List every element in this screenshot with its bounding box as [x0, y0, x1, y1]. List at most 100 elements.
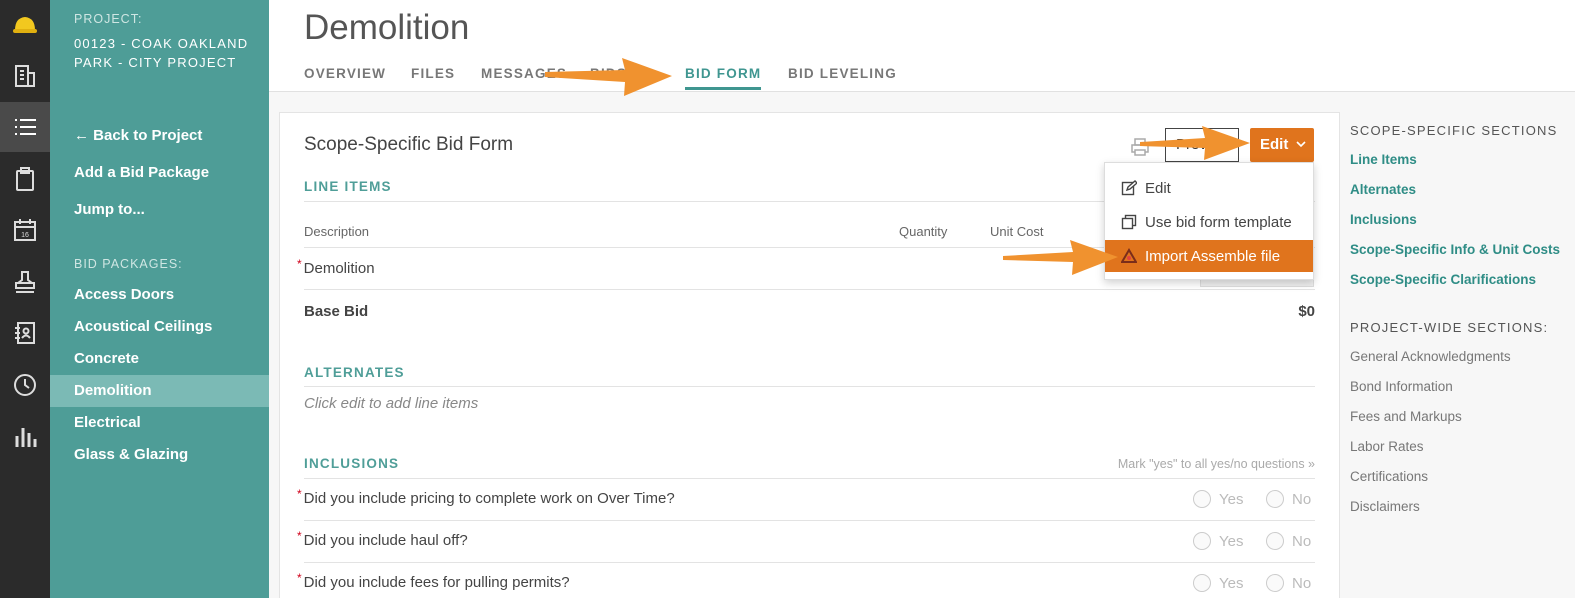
yes-label: Yes — [1219, 532, 1244, 550]
address-book-icon[interactable] — [0, 308, 50, 358]
base-bid-label: Base Bid — [304, 303, 369, 320]
edit-button-label: Edit — [1260, 136, 1289, 153]
project-name: 00123 - COAK OAKLAND PARK - CITY PROJECT — [74, 36, 249, 70]
column-quantity: Quantity — [899, 224, 948, 239]
inclusion-question-text: Did you include pricing to complete work… — [303, 490, 675, 507]
stamp-icon[interactable] — [0, 257, 50, 307]
no-label: No — [1292, 574, 1312, 592]
menu-item-label: Edit — [1145, 179, 1171, 197]
form-title: Scope-Specific Bid Form — [304, 134, 514, 155]
bid-package-electrical[interactable]: Electrical — [50, 407, 269, 439]
copy-icon — [1121, 214, 1137, 230]
no-radio[interactable]: No — [1266, 532, 1311, 550]
tab-bid-leveling[interactable]: BID LEVELING — [788, 66, 897, 87]
radio-circle — [1193, 490, 1211, 508]
line-item-description: Demolition — [303, 260, 375, 277]
bid-package-glass-glazing[interactable]: Glass & Glazing — [50, 439, 269, 471]
yes-label: Yes — [1219, 490, 1244, 508]
yes-radio[interactable]: Yes — [1193, 574, 1243, 592]
inclusion-question: * Did you include haul off? — [297, 529, 468, 549]
column-unit-cost: Unit Cost — [990, 224, 1044, 239]
nav-labor-rates[interactable]: Labor Rates — [1350, 439, 1424, 454]
required-marker: * — [297, 529, 302, 543]
menu-item-label: Import Assemble file — [1145, 247, 1281, 265]
nav-fees-markups[interactable]: Fees and Markups — [1350, 409, 1462, 424]
back-to-project-link[interactable]: ← Back to Project — [74, 127, 202, 144]
required-marker: * — [297, 571, 302, 585]
chevron-down-icon — [1296, 141, 1306, 148]
bid-package-access-doors[interactable]: Access Doors — [50, 279, 269, 311]
preview-button[interactable]: Preview — [1165, 128, 1239, 162]
hardhat-logo-icon[interactable] — [0, 0, 50, 50]
nav-certifications[interactable]: Certifications — [1350, 469, 1428, 484]
list-icon[interactable] — [0, 102, 50, 152]
yes-label: Yes — [1219, 574, 1244, 592]
tab-messages[interactable]: MESSAGES — [481, 66, 567, 87]
clipboard-icon[interactable] — [0, 154, 50, 204]
column-description: Description — [304, 224, 370, 239]
icon-rail: 16 — [0, 0, 50, 598]
bar-chart-icon[interactable] — [0, 412, 50, 462]
jump-to-link[interactable]: Jump to... — [74, 201, 145, 218]
bid-package-demolition[interactable]: Demolition — [50, 375, 269, 407]
no-radio[interactable]: No — [1266, 574, 1311, 592]
radio-circle — [1266, 490, 1284, 508]
calendar-icon[interactable]: 16 — [0, 205, 50, 255]
bid-package-acoustical-ceilings[interactable]: Acoustical Ceilings — [50, 311, 269, 343]
assemble-logo-icon — [1121, 248, 1137, 263]
base-bid-value: $0 — [1298, 303, 1315, 320]
yes-radio[interactable]: Yes — [1193, 532, 1243, 550]
line-items-heading: LINE ITEMS — [304, 179, 392, 194]
nav-bond-information[interactable]: Bond Information — [1350, 379, 1453, 394]
nav-inclusions[interactable]: Inclusions — [1350, 212, 1417, 227]
divider — [304, 562, 1315, 563]
nav-line-items[interactable]: Line Items — [1350, 152, 1417, 167]
inclusion-question-text: Did you include haul off? — [303, 532, 468, 549]
yes-radio[interactable]: Yes — [1193, 490, 1243, 508]
svg-text:16: 16 — [21, 232, 29, 239]
pencil-icon — [1121, 180, 1137, 196]
nav-alternates[interactable]: Alternates — [1350, 182, 1416, 197]
nav-scope-clarifications[interactable]: Scope-Specific Clarifications — [1350, 272, 1536, 287]
tab-bid-form[interactable]: BID FORM — [685, 66, 762, 90]
edit-button[interactable]: Edit — [1250, 128, 1314, 162]
project-label: PROJECT: — [74, 12, 143, 26]
radio-circle — [1193, 532, 1211, 550]
project-sidebar: PROJECT: 00123 - COAK OAKLAND PARK - CIT… — [50, 0, 269, 598]
no-label: No — [1292, 490, 1312, 508]
add-bid-package-link[interactable]: Add a Bid Package — [74, 164, 209, 181]
building-icon[interactable] — [0, 51, 50, 101]
menu-item-edit[interactable]: Edit — [1105, 172, 1313, 204]
inclusion-question: * Did you include fees for pulling permit… — [297, 571, 570, 591]
mark-all-yes-link[interactable]: Mark "yes" to all yes/no questions » — [1118, 457, 1315, 471]
inclusion-question: * Did you include pricing to complete wor… — [297, 487, 675, 507]
menu-item-import-assemble[interactable]: Import Assemble file — [1105, 240, 1313, 272]
radio-circle — [1193, 574, 1211, 592]
clock-icon[interactable] — [0, 360, 50, 410]
required-marker: * — [297, 487, 302, 501]
tab-overview[interactable]: OVERVIEW — [304, 66, 386, 87]
edit-dropdown-menu: Edit Use bid form template Import Assemb… — [1104, 162, 1314, 280]
page-title: Demolition — [304, 8, 470, 47]
tab-files[interactable]: FILES — [411, 66, 455, 87]
scope-sections-heading: SCOPE-SPECIFIC SECTIONS — [1350, 123, 1558, 138]
page-header: Demolition OVERVIEW FILES MESSAGES BIDS … — [269, 0, 1575, 92]
bid-package-concrete[interactable]: Concrete — [50, 343, 269, 375]
project-sections-heading: PROJECT-WIDE SECTIONS: — [1350, 320, 1549, 335]
divider — [304, 478, 1315, 479]
required-marker: * — [297, 257, 302, 271]
alternates-empty-text: Click edit to add line items — [304, 395, 479, 412]
alternates-heading: ALTERNATES — [304, 365, 405, 380]
menu-item-use-template[interactable]: Use bid form template — [1105, 206, 1313, 238]
line-item-row: * Demolition — [297, 257, 375, 277]
no-radio[interactable]: No — [1266, 490, 1311, 508]
radio-circle — [1266, 532, 1284, 550]
divider — [304, 386, 1315, 387]
tab-bids[interactable]: BIDS — [590, 66, 627, 87]
print-icon[interactable] — [1130, 137, 1150, 157]
inclusion-question-text: Did you include fees for pulling permits… — [303, 574, 570, 591]
nav-scope-info-unit-costs[interactable]: Scope-Specific Info & Unit Costs — [1350, 242, 1560, 257]
radio-circle — [1266, 574, 1284, 592]
nav-general-acknowledgments[interactable]: General Acknowledgments — [1350, 349, 1511, 364]
nav-disclaimers[interactable]: Disclaimers — [1350, 499, 1420, 514]
